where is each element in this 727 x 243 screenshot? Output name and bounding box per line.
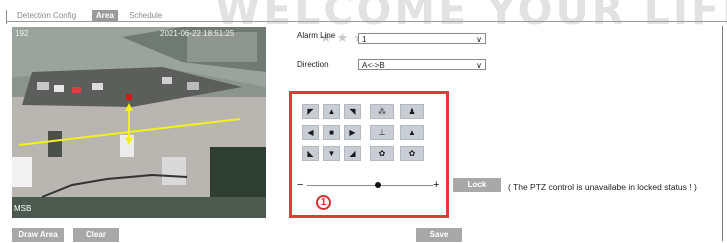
direction-label: Direction	[297, 60, 329, 69]
tab-rule	[6, 21, 727, 22]
camera-scene	[12, 27, 266, 218]
ptz-left-button[interactable]: ◀	[302, 125, 319, 140]
clear-button[interactable]: Clear	[73, 228, 119, 242]
alarm-line-label: Alarm Line	[297, 31, 336, 40]
lock-button[interactable]: Lock	[453, 178, 501, 192]
speed-plus-icon[interactable]: +	[433, 180, 439, 191]
ptz-iris-open-icon[interactable]: ✿	[400, 146, 424, 161]
ptz-iris-close-icon[interactable]: ✿	[370, 146, 394, 161]
ptz-home-button[interactable]: ■	[323, 125, 340, 140]
tab-bar: Detection Config Area Schedule	[0, 8, 727, 22]
direction-select[interactable]: A<->B ∨	[358, 59, 486, 70]
ptz-right-button[interactable]: ▶	[344, 125, 361, 140]
draw-area-button[interactable]: Draw Area	[12, 228, 64, 242]
tab-area[interactable]: Area	[92, 10, 118, 21]
tab-schedule[interactable]: Schedule	[125, 10, 166, 21]
ptz-focus-far-icon[interactable]: ▲	[400, 125, 424, 140]
callout-badge: 1	[316, 195, 331, 210]
ptz-down-right-button[interactable]: ◢	[344, 146, 361, 161]
save-button[interactable]: Save	[416, 228, 462, 242]
ptz-up-left-button[interactable]: ◤	[302, 104, 319, 119]
alarm-line-value: 1	[362, 35, 367, 44]
alarm-line-select[interactable]: 1 ∨	[358, 33, 486, 44]
ptz-zoom-out-icon[interactable]: ⁂	[370, 104, 394, 119]
right-border	[722, 26, 723, 241]
chevron-down-icon: ∨	[476, 35, 482, 44]
speed-slider-handle[interactable]	[374, 182, 381, 188]
tab-detection-config[interactable]: Detection Config	[13, 10, 80, 21]
direction-value: A<->B	[362, 61, 385, 70]
osd-timestamp: 2021-06-22 18:51:25	[160, 29, 235, 38]
ptz-zoom-in-icon[interactable]: ♟	[400, 104, 424, 119]
chevron-down-icon: ∨	[476, 61, 482, 70]
osd-bottom-label: MSB	[14, 204, 32, 213]
ptz-focus-near-icon[interactable]: ⊥	[370, 125, 394, 140]
speed-minus-icon[interactable]: −	[297, 180, 303, 191]
ptz-down-left-button[interactable]: ◣	[302, 146, 319, 161]
osd-channel: 192	[15, 29, 29, 38]
ptz-up-right-button[interactable]: ◥	[344, 104, 361, 119]
ptz-control-panel: ◤ ▲ ◥ ⁂ ♟ ◀ ■ ▶ ⊥ ▲ ◣ ▼ ◢ ✿ ✿ − +	[289, 91, 449, 218]
camera-preview[interactable]: 192 2021-06-22 18:51:25 MSB	[12, 27, 266, 218]
ptz-down-button[interactable]: ▼	[323, 146, 340, 161]
lock-status-note: ( The PTZ control is unavailabe in locke…	[508, 182, 697, 192]
ptz-up-button[interactable]: ▲	[323, 104, 340, 119]
speed-slider-track[interactable]	[307, 185, 433, 186]
